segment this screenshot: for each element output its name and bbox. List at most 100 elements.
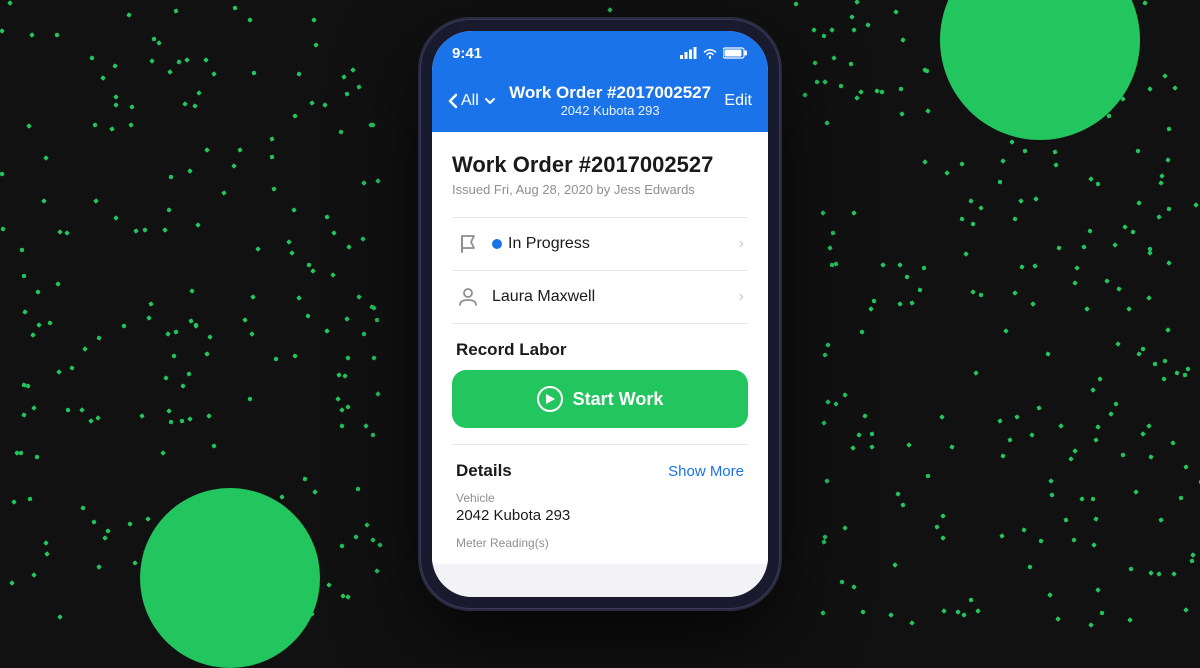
decorative-dot (47, 320, 52, 325)
decorative-dot (309, 100, 315, 106)
decorative-dot (918, 288, 923, 293)
decorative-dot (179, 419, 184, 424)
decorative-dot (252, 71, 257, 76)
decorative-dot (900, 503, 905, 508)
start-work-button[interactable]: Start Work (452, 370, 748, 428)
decorative-dot (361, 332, 366, 337)
decorative-dot (1018, 198, 1024, 204)
decorative-dot (180, 384, 185, 389)
decorative-dot (356, 84, 361, 89)
navigation-bar: All Work Order #2017002527 2042 Kubota 2… (432, 75, 768, 132)
decorative-dot (306, 313, 311, 318)
decorative-dot (1095, 588, 1101, 594)
decorative-dot (195, 222, 201, 228)
decorative-dot (167, 69, 173, 75)
decorative-dot (1022, 149, 1027, 154)
decorative-dot (166, 208, 171, 213)
decorative-dot (1050, 492, 1055, 497)
decorative-dot (1030, 302, 1036, 308)
decorative-dot (1112, 242, 1118, 248)
decorative-dot (273, 357, 278, 362)
assignee-row[interactable]: Laura Maxwell › (452, 271, 748, 323)
back-button[interactable]: All (448, 92, 496, 110)
decorative-dot (26, 384, 31, 389)
decorative-dot (1147, 250, 1153, 256)
decorative-dot (1172, 85, 1178, 91)
decorative-dot (34, 455, 39, 460)
decorative-dot (826, 343, 831, 348)
decorative-dot (92, 519, 97, 524)
decorative-dot (371, 355, 376, 360)
status-indicator-dot (492, 239, 502, 249)
decorative-dot (207, 414, 213, 420)
decorative-dot (1008, 438, 1013, 443)
status-row[interactable]: In Progress › (452, 218, 748, 271)
decorative-dot (1068, 456, 1074, 462)
decorative-dot (65, 407, 70, 412)
decorative-dot (1193, 203, 1199, 209)
decorative-dot (296, 72, 301, 77)
decorative-dot (211, 443, 216, 448)
decorative-dot (1052, 150, 1057, 155)
decorative-dot (102, 535, 108, 541)
assignee-name: Laura Maxwell (492, 288, 595, 306)
decorative-dot (1166, 126, 1171, 131)
decorative-dot (129, 123, 134, 128)
decorative-dot (292, 208, 297, 213)
decorative-dot (1000, 454, 1005, 459)
decorative-dot (1115, 341, 1121, 347)
decorative-dot (831, 55, 837, 61)
decorative-dot (21, 273, 26, 278)
decorative-dot (96, 565, 102, 571)
decorative-dot (906, 443, 912, 449)
decorative-dot (1153, 362, 1158, 367)
decorative-dot (862, 414, 867, 419)
decorative-dot (1079, 496, 1084, 501)
decorative-dot (1033, 263, 1038, 268)
show-more-button[interactable]: Show More (668, 463, 744, 480)
decorative-dot (1093, 437, 1098, 442)
decorative-dot (1088, 176, 1094, 182)
decorative-dot (296, 295, 302, 301)
decorative-dot (128, 522, 133, 527)
decorative-dot (1136, 200, 1141, 205)
work-order-title: Work Order #2017002527 (452, 152, 748, 178)
decorative-dot (1108, 412, 1113, 417)
decorative-dot (193, 323, 199, 329)
vehicle-field: Vehicle 2042 Kubota 293 (452, 491, 748, 536)
decorative-dot (43, 541, 49, 547)
decorative-dot (19, 248, 24, 253)
decorative-dot (971, 289, 976, 294)
edit-button[interactable]: Edit (724, 92, 752, 110)
decorative-dot (854, 0, 860, 5)
decorative-dot (23, 309, 28, 314)
decorative-dot (1003, 328, 1009, 334)
decorative-dot (1147, 86, 1153, 92)
status-label: In Progress (508, 235, 590, 253)
decorative-dot (133, 561, 139, 567)
decorative-dot (1, 226, 6, 231)
decorative-dot (978, 293, 983, 298)
decorative-dot (270, 154, 275, 159)
decorative-dot (1148, 246, 1153, 251)
decorative-dot (607, 7, 613, 13)
decorative-dot (311, 17, 317, 23)
decorative-dot (904, 275, 909, 280)
decorative-dot (1148, 570, 1154, 576)
decorative-dot (356, 487, 361, 492)
decorative-dot (43, 155, 49, 161)
decorative-dot (350, 67, 356, 73)
decorative-dot (848, 62, 853, 67)
decorative-dot (922, 265, 927, 270)
back-chevron-icon (448, 93, 458, 109)
decorative-dot (101, 75, 107, 81)
play-icon (537, 386, 563, 412)
decorative-dot (344, 91, 349, 96)
decorative-dot (360, 236, 366, 242)
decorative-dot (340, 593, 346, 599)
decorative-circle-bottom-left (140, 488, 320, 668)
decorative-dot (820, 211, 826, 217)
decorative-dot (249, 332, 255, 338)
decorative-dot (1146, 423, 1152, 429)
decorative-dot (302, 476, 307, 481)
